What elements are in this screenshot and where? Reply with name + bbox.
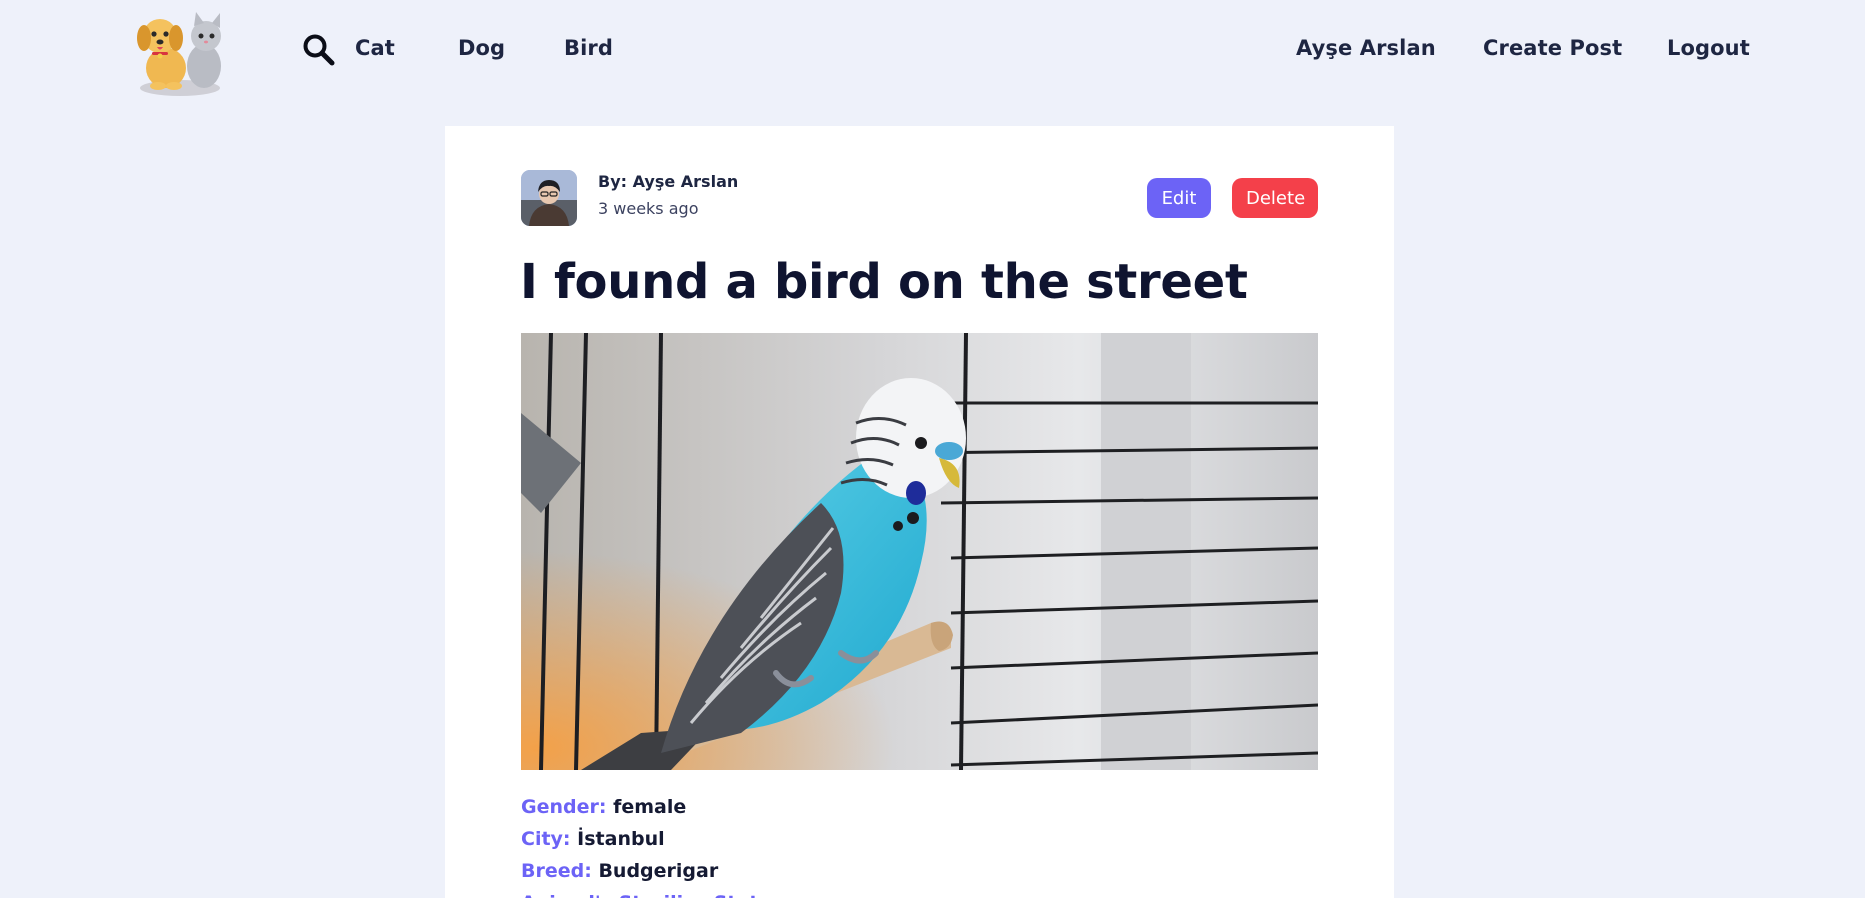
edit-button[interactable]: Edit <box>1147 178 1211 218</box>
detail-value: female <box>613 796 687 818</box>
nav-link-bird[interactable]: Bird <box>564 36 613 60</box>
detail-city: City: İstanbul <box>521 828 665 850</box>
detail-gender: Gender: female <box>521 796 686 818</box>
detail-label: Breed: <box>521 860 592 882</box>
detail-value: İstanbul <box>577 828 665 850</box>
delete-button[interactable]: Delete <box>1232 178 1318 218</box>
dog-and-cat-logo-icon[interactable] <box>128 10 232 98</box>
nav-link-dog[interactable]: Dog <box>458 36 505 60</box>
budgerigar-photo <box>521 333 1318 770</box>
search-icon[interactable] <box>302 33 336 67</box>
post-author: By: Ayşe Arslan <box>598 172 739 191</box>
nav-link-cat[interactable]: Cat <box>355 36 395 60</box>
detail-breed: Breed: Budgerigar <box>521 860 718 882</box>
detail-label: Gender: <box>521 796 607 818</box>
post-title: I found a bird on the street <box>520 254 1248 310</box>
post-card: By: Ayşe Arslan 3 weeks ago Edit Delete … <box>445 126 1394 898</box>
detail-label: Animal's Sterilize Status: <box>521 892 791 898</box>
post-timestamp: 3 weeks ago <box>598 199 699 218</box>
detail-label: City: <box>521 828 571 850</box>
author-avatar[interactable] <box>521 170 577 226</box>
detail-sterilize-status: Animal's Sterilize Status: <box>521 892 791 898</box>
nav-link-create-post[interactable]: Create Post <box>1483 36 1622 60</box>
nav-link-profile[interactable]: Ayşe Arslan <box>1296 36 1436 60</box>
detail-value: Budgerigar <box>598 860 719 882</box>
nav-link-logout[interactable]: Logout <box>1667 36 1750 60</box>
